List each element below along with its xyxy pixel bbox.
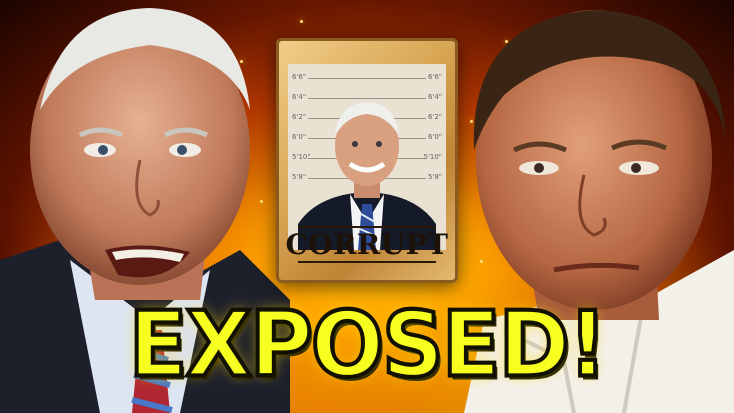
- wanted-poster: 6'6" 6'4" 6'2" 6'0" 5'10" 5'8" 6'6" 6'4"…: [276, 38, 458, 283]
- headline-text: EXPOSED!: [127, 290, 609, 399]
- mugshot-height-chart: 6'6" 6'4" 6'2" 6'0" 5'10" 5'8" 6'6" 6'4"…: [288, 64, 446, 250]
- poster-title: CORRUPT: [285, 228, 449, 261]
- mugshot-person: [298, 102, 436, 250]
